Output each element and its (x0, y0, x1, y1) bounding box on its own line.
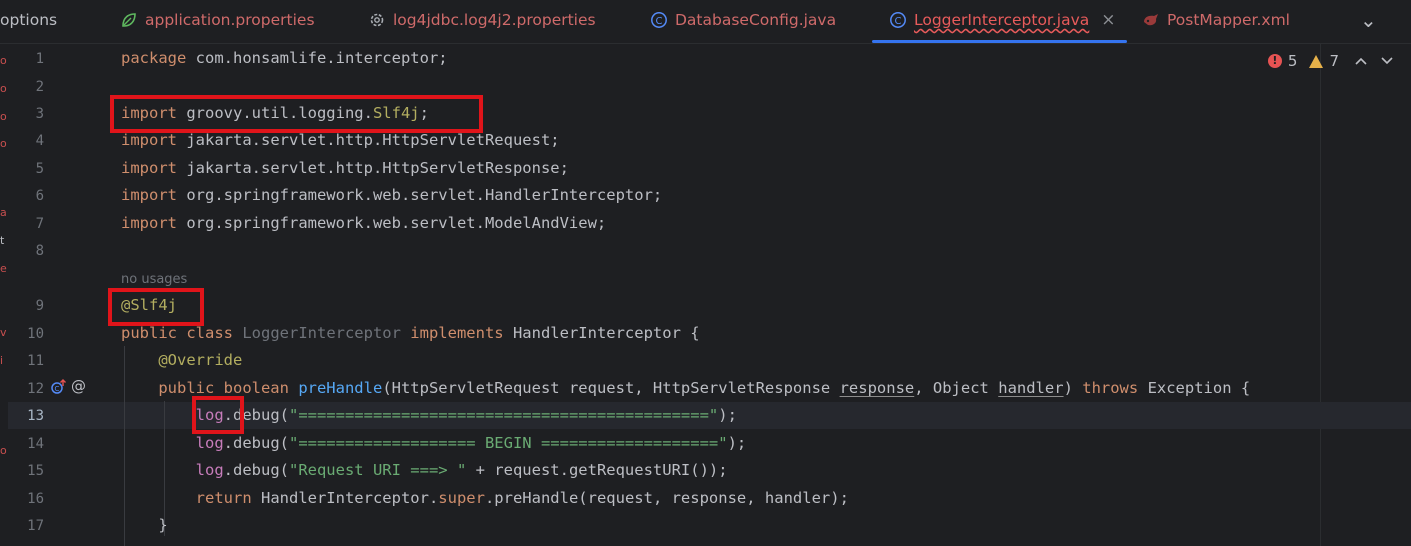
highlight-box-log (192, 396, 244, 434)
usages-hint[interactable]: no usages (121, 272, 187, 287)
java-class-icon: C (650, 11, 668, 29)
tab-options[interactable]: options (0, 0, 57, 40)
tab-application-properties[interactable]: application.properties (120, 0, 315, 40)
svg-text:C: C (656, 16, 663, 27)
line-number: 8 (35, 243, 44, 259)
code-editor[interactable]: ooooatevio ! 5 7 1 2 3 4 5 6 7 8 9 10 11… (0, 44, 1411, 546)
line-number: 6 (35, 188, 44, 204)
line-number: 14 (27, 436, 44, 452)
line-number: 15 (27, 463, 44, 479)
line-number: 9 (35, 298, 44, 314)
line-number: 13 (27, 408, 44, 424)
code-line-6: import org.springframework.web.servlet.H… (121, 186, 663, 204)
java-class-icon: C (889, 11, 907, 29)
code-line-14: log.debug("=================== BEGIN ===… (195, 434, 747, 452)
tab-label: application.properties (145, 11, 315, 29)
svg-text:C: C (895, 16, 902, 27)
line-number: 11 (27, 353, 44, 369)
code-line-17: } (158, 516, 168, 534)
code-line-4: import jakarta.servlet.http.HttpServletR… (121, 131, 560, 149)
close-icon[interactable]: × (1101, 10, 1115, 30)
tab-list-dropdown[interactable]: ⌄ (1360, 0, 1377, 40)
line-number: 17 (27, 518, 44, 534)
svg-text:C: C (55, 385, 60, 393)
line-number: 16 (27, 491, 44, 507)
right-margin-guide (1320, 44, 1321, 546)
tab-label: LoggerInterceptor.java (914, 11, 1090, 29)
line-number: 4 (35, 133, 44, 149)
inspection-widget[interactable]: ! 5 7 (1267, 52, 1393, 70)
code-line-7: import org.springframework.web.servlet.M… (121, 214, 607, 232)
chevron-down-icon[interactable] (1381, 52, 1393, 70)
error-count: 5 (1287, 52, 1298, 70)
line-number: 2 (35, 79, 44, 95)
tab-label: options (0, 11, 58, 29)
code-line-11: @Override (158, 351, 243, 369)
tab-databaseconfig-java[interactable]: C DatabaseConfig.java (650, 0, 836, 40)
line-number: 7 (35, 216, 44, 232)
line-number: 1 (35, 51, 44, 67)
active-tab-indicator (872, 40, 1127, 43)
highlight-box-annotation (108, 288, 204, 326)
tab-postmapper-xml[interactable]: PostMapper.xml (1142, 0, 1290, 40)
code-line-10: public class LoggerInterceptor implement… (121, 324, 700, 342)
left-panel-edge: ooooatevio (0, 44, 8, 546)
implementing-method-icon[interactable]: C (50, 378, 68, 400)
override-annotation-icon[interactable]: @ (71, 377, 86, 395)
code-line-12: public boolean preHandle(HttpServletRequ… (158, 379, 1251, 397)
code-line-5: import jakarta.servlet.http.HttpServletR… (121, 159, 569, 177)
chevron-down-icon: ⌄ (1360, 8, 1377, 32)
line-number: 3 (35, 106, 44, 122)
gear-icon (368, 11, 386, 29)
mybatis-icon (1142, 11, 1160, 29)
line-number: 5 (35, 161, 44, 177)
tab-label: PostMapper.xml (1167, 11, 1290, 29)
error-icon: ! (1267, 54, 1282, 68)
tab-label: log4jdbc.log4j2.properties (393, 11, 596, 29)
code-line-15: log.debug("Request URI ===> " + request.… (195, 461, 728, 479)
editor-tab-bar: options application.properties log4jdbc.… (0, 0, 1411, 44)
chevron-up-icon[interactable] (1355, 52, 1367, 70)
tab-log4jdbc-properties[interactable]: log4jdbc.log4j2.properties (368, 0, 596, 40)
warning-icon (1309, 54, 1324, 68)
code-line-1: package com.honsamlife.interceptor; (121, 49, 448, 67)
spring-leaf-icon (120, 11, 138, 29)
warning-count: 7 (1329, 52, 1339, 70)
tab-loggerinterceptor-java[interactable]: C LoggerInterceptor.java × (889, 0, 1116, 40)
line-number: 10 (27, 326, 44, 342)
tab-label: DatabaseConfig.java (675, 11, 837, 29)
line-number: 12 (27, 381, 44, 397)
highlight-box-import (110, 95, 483, 133)
code-line-16: return HandlerInterceptor.super.preHandl… (195, 489, 849, 507)
